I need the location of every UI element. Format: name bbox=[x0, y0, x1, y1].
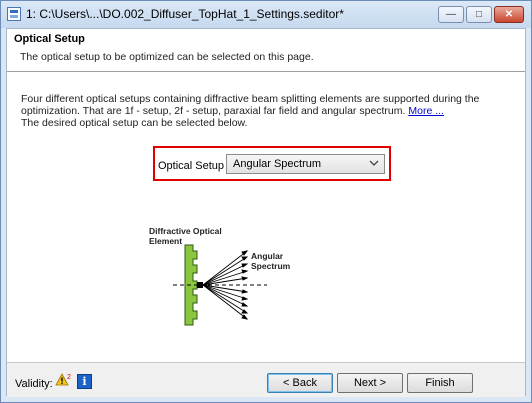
close-button[interactable]: ✕ bbox=[494, 6, 524, 23]
wizard-footer: Validity: 2 i < Back Next > Finish bbox=[7, 362, 525, 397]
maximize-icon: □ bbox=[475, 9, 483, 20]
close-icon: ✕ bbox=[504, 9, 514, 20]
optical-setup-label: Optical Setup bbox=[158, 160, 225, 172]
beam-source bbox=[197, 282, 203, 288]
window-title: 1: C:\Users\...\DO.002_Diffuser_TopHat_1… bbox=[26, 7, 344, 21]
finish-button[interactable]: Finish bbox=[407, 373, 473, 393]
more-link[interactable]: More ... bbox=[408, 105, 444, 117]
maximize-button[interactable]: □ bbox=[466, 6, 492, 23]
page-header: Optical Setup The optical setup to be op… bbox=[7, 29, 525, 72]
page-subtitle: The optical setup to be optimized can be… bbox=[20, 51, 314, 63]
optical-setup-value: Angular Spectrum bbox=[233, 158, 322, 170]
info-icon[interactable]: i bbox=[77, 374, 92, 389]
optical-setup-select[interactable]: Angular Spectrum bbox=[226, 154, 385, 174]
description-line-1: Four different optical setups containing… bbox=[21, 93, 480, 105]
description-line-2: optimization. That are 1f - setup, 2f - … bbox=[21, 105, 406, 117]
description-line-3: The desired optical setup can be selecte… bbox=[21, 117, 248, 129]
back-button[interactable]: < Back bbox=[267, 373, 333, 393]
optical-setup-diagram bbox=[173, 244, 267, 326]
page-title: Optical Setup bbox=[14, 33, 85, 45]
next-button[interactable]: Next > bbox=[337, 373, 403, 393]
description-text: Four different optical setups containing… bbox=[21, 93, 491, 129]
minimize-icon: — bbox=[446, 9, 456, 20]
warning-count: 2 bbox=[67, 374, 71, 381]
chevron-down-icon bbox=[369, 160, 379, 166]
wizard-page: Optical Setup The optical setup to be op… bbox=[6, 28, 526, 397]
app-icon bbox=[7, 7, 21, 21]
title-bar[interactable]: 1: C:\Users\...\DO.002_Diffuser_TopHat_1… bbox=[1, 1, 531, 28]
minimize-button[interactable]: — bbox=[438, 6, 464, 23]
editor-window: 1: C:\Users\...\DO.002_Diffuser_TopHat_1… bbox=[0, 0, 532, 403]
warning-icon[interactable]: 2 bbox=[55, 373, 71, 387]
doe-label-line-1: Diffractive Optical bbox=[149, 226, 222, 236]
validity-label: Validity: bbox=[15, 378, 53, 390]
